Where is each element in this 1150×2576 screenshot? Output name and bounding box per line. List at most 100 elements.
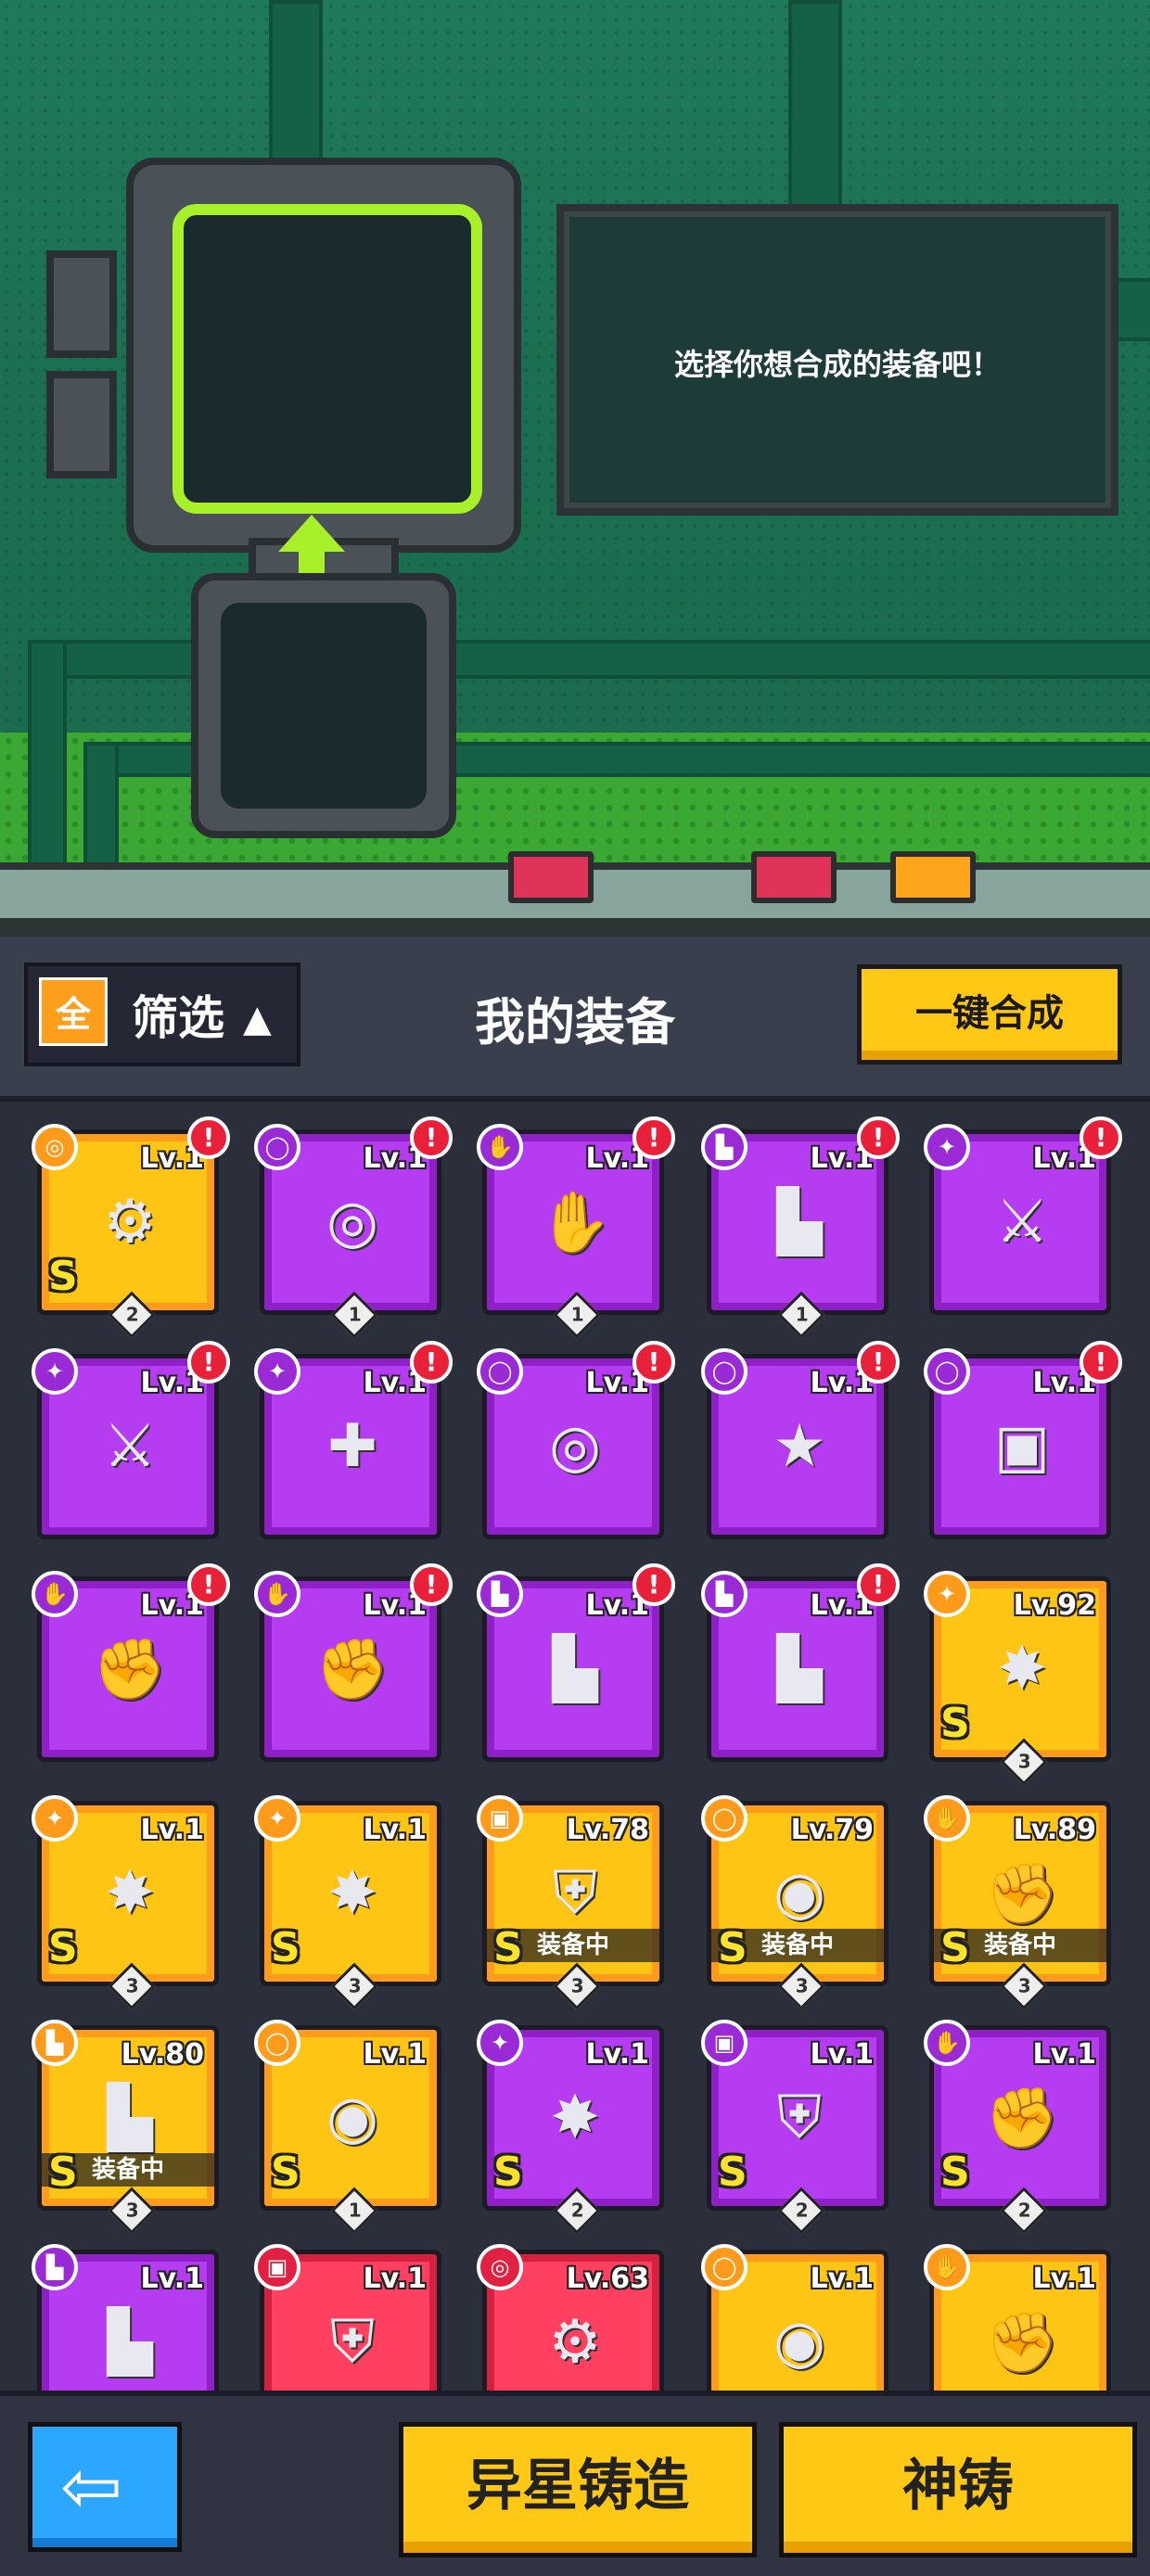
sword-item-icon: ⚔	[103, 1412, 157, 1481]
glove-icon: ✋	[924, 1795, 970, 1842]
alert-badge-icon: !	[632, 1341, 675, 1384]
level-label: Lv.89	[1013, 1814, 1096, 1846]
equipment-card[interactable]: ⚙ ◎ Lv.1! S 2	[32, 1116, 230, 1339]
grade-label: S	[48, 1253, 78, 1300]
equipment-card[interactable]: ▣ ◯ Lv.1!	[924, 1341, 1122, 1539]
equipment-card[interactable]: ✊ ✋ Lv.89 装备中 S 3	[924, 1795, 1111, 2010]
alert-badge-icon: !	[857, 1116, 900, 1159]
target-slot[interactable]	[172, 204, 482, 514]
equipment-card[interactable]: ✊ ✋ Lv.1 S 2	[924, 2020, 1111, 2235]
equipment-grid: ⚙ ◎ Lv.1! S 2 ◎ ◯ Lv.1! 1 ✋ ✋ Lv.1! 1 ▙ ▙ Lv.1! 1 ⚔ ✦ Lv.1!…	[0, 1102, 1150, 2391]
merge-arrow-icon	[278, 515, 345, 552]
alert-badge-icon: !	[410, 1341, 453, 1384]
grade-label: S	[48, 2149, 78, 2196]
level-label: Lv.92	[1013, 1589, 1096, 1622]
grade-label: S	[940, 1924, 970, 1971]
blade-item-icon: ✸	[327, 1859, 377, 1928]
orange-button	[890, 851, 976, 903]
equipment-card[interactable]: ⛨ ▣ Lv.78 装备中 S 3	[477, 1795, 664, 2010]
gauntlet-item-icon: ✊	[985, 2308, 1059, 2378]
gauntlet-item-icon: ✊	[985, 2084, 1059, 2153]
boot-item-icon: ▙	[107, 2308, 153, 2377]
grade-label: S	[271, 1924, 300, 1971]
one-click-merge-button[interactable]: 一键合成	[857, 964, 1122, 1065]
equipment-card[interactable]: ✊ ✋ Lv.1!	[32, 1563, 230, 1762]
level-label: Lv.1	[810, 2263, 875, 2295]
armor-item-icon: ⛨	[553, 1859, 597, 1928]
red-button-left	[508, 851, 594, 903]
level-label: Lv.78	[566, 1814, 649, 1846]
equipment-card[interactable]: ⚔ ✦ Lv.1!	[924, 1116, 1122, 1315]
alert-badge-icon: !	[632, 1116, 675, 1159]
equipment-card[interactable]: ✊ ✋ Lv.1	[924, 2244, 1111, 2391]
belt-icon: ◯	[254, 2020, 300, 2066]
boot-icon: ▙	[701, 1124, 748, 1170]
weapon-icon: ✦	[477, 2020, 523, 2066]
equipment-card[interactable]: ▙ ▙ Lv.1	[32, 2244, 219, 2391]
equipment-card[interactable]: ⚔ ✦ Lv.1!	[32, 1341, 230, 1539]
glove-icon: ✋	[254, 1571, 300, 1617]
alert-badge-icon: !	[187, 1116, 230, 1159]
level-label: Lv.1	[585, 2038, 650, 2071]
blade-item-icon: ✸	[997, 1635, 1047, 1703]
prompt-panel: 选择你想合成的装备吧！	[556, 204, 1118, 516]
level-label: Lv.63	[566, 2263, 649, 2295]
armor-item-icon: ⛨	[330, 2308, 375, 2377]
equipment-card[interactable]: ✚ ✦ Lv.1!	[254, 1341, 453, 1539]
boot-item-icon: ▙	[776, 1635, 823, 1703]
equipment-card[interactable]: ✋ ✋ Lv.1! 1	[477, 1116, 675, 1339]
equipment-card[interactable]: ▙ ▙ Lv.1!	[477, 1563, 675, 1762]
equipment-card[interactable]: ✸ ✦ Lv.92 S 3	[924, 1571, 1111, 1786]
belt-buckle-item-icon: ▣	[993, 1412, 1051, 1481]
boot-icon: ▙	[32, 2244, 78, 2290]
equipment-card[interactable]: ▙ ▙ Lv.1!	[701, 1563, 900, 1762]
boot-icon: ▙	[477, 1571, 523, 1617]
blade-item-icon: ✸	[550, 2084, 600, 2152]
alert-badge-icon: !	[632, 1563, 675, 1606]
boot-icon: ▙	[32, 2020, 78, 2066]
level-label: Lv.1	[363, 2263, 428, 2295]
armor-item-icon: ⛨	[777, 2084, 822, 2152]
weapon-icon: ✦	[254, 1795, 300, 1842]
equipment-card[interactable]: ◉ ◯ Lv.79 装备中 S 3	[701, 1795, 888, 2010]
equipment-card[interactable]: ✸ ✦ Lv.1 S 2	[477, 2020, 664, 2235]
weapon-icon: ✦	[32, 1795, 78, 1842]
armor-icon: ▣	[254, 2244, 300, 2290]
alert-badge-icon: !	[410, 1116, 453, 1159]
glove-icon: ✋	[924, 2244, 970, 2290]
equipment-card[interactable]: ▙ ▙ Lv.80 装备中 S 3	[32, 2020, 219, 2235]
equipment-card[interactable]: ◉ ◯ Lv.1 S 1	[254, 2020, 441, 2235]
weapon-icon: ✦	[254, 1348, 300, 1395]
boot-item-icon: ▙	[776, 1188, 823, 1256]
boot-item-icon: ▙	[552, 1635, 598, 1703]
belt-icon: ◯	[924, 1348, 970, 1395]
material-slot[interactable]	[221, 603, 427, 809]
belt-orb-item-icon: ◉	[326, 2084, 378, 2152]
bottom-bar: ⇦ 异星铸造 神铸	[0, 2391, 1150, 2576]
equipment-card[interactable]: ★ ◯ Lv.1!	[701, 1341, 900, 1539]
grade-label: S	[718, 2149, 748, 2196]
grade-label: S	[48, 1924, 78, 1971]
equipment-card[interactable]: ◎ ◯ Lv.1!	[477, 1341, 675, 1539]
belt-orb-item-icon: ◉	[773, 2308, 825, 2377]
belt-icon: ◯	[701, 1795, 748, 1842]
equipment-card[interactable]: ⛨ ▣ Lv.1	[254, 2244, 441, 2391]
grade-label: S	[940, 2149, 970, 2196]
level-label: Lv.1	[810, 2038, 875, 2071]
prompt-text: 选择你想合成的装备吧！	[673, 347, 1001, 382]
equipment-card[interactable]: ◉ ◯ Lv.1	[701, 2244, 888, 2391]
equipment-card[interactable]: ▙ ▙ Lv.1! 1	[701, 1116, 900, 1339]
equipment-card[interactable]: ⚙ ◎ Lv.63	[477, 2244, 664, 2391]
equipment-card[interactable]: ⛨ ▣ Lv.1 S 2	[701, 2020, 888, 2235]
red-button-right	[751, 851, 837, 903]
equipment-card[interactable]: ◎ ◯ Lv.1! 1	[254, 1116, 453, 1339]
equipment-card[interactable]: ✊ ✋ Lv.1!	[254, 1563, 453, 1762]
belt-orb-item-icon: ◉	[773, 1859, 825, 1928]
equipment-card[interactable]: ✸ ✦ Lv.1 S 3	[32, 1795, 219, 2010]
blade-item-icon: ✸	[105, 1859, 155, 1928]
divine-forge-button[interactable]: 神铸	[779, 2422, 1137, 2557]
equipment-card[interactable]: ✸ ✦ Lv.1 S 3	[254, 1795, 441, 2010]
alert-badge-icon: !	[410, 1563, 453, 1606]
alien-forge-button[interactable]: 异星铸造	[399, 2422, 757, 2557]
back-button[interactable]: ⇦	[28, 2422, 182, 2552]
